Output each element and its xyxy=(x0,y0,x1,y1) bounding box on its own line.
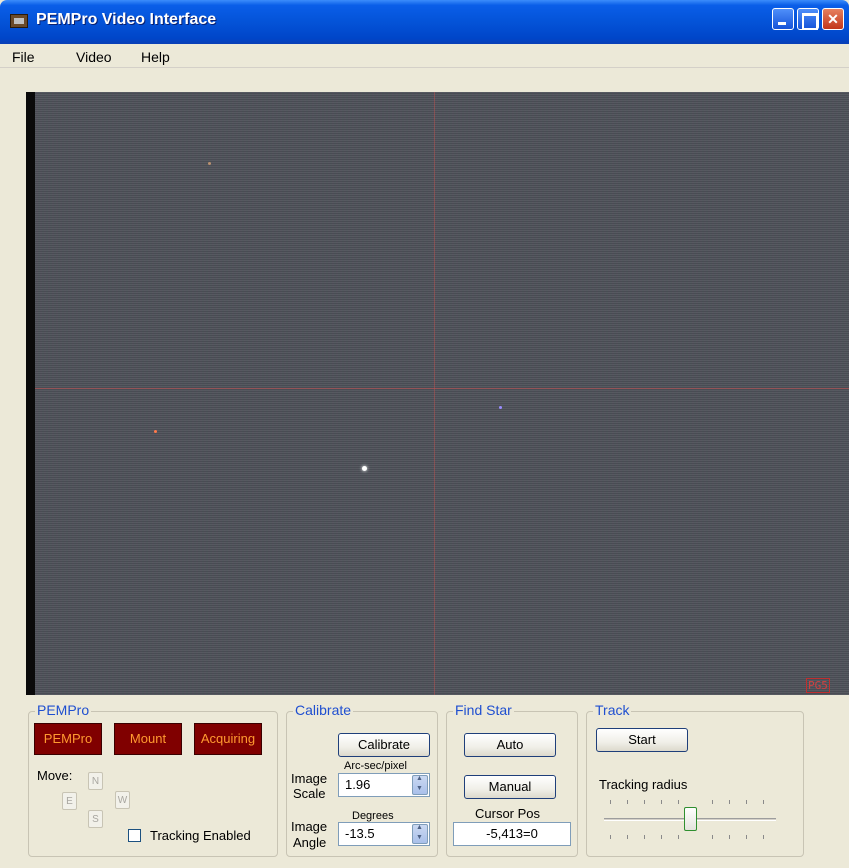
track-group-title: Track xyxy=(593,702,632,718)
tracking-radius-label: Tracking radius xyxy=(599,777,688,792)
app-icon xyxy=(10,14,28,28)
mount-status-button[interactable]: Mount xyxy=(114,723,182,755)
slider-tick xyxy=(729,835,730,839)
move-east-button[interactable]: E xyxy=(62,792,77,810)
find-star-group-title: Find Star xyxy=(453,702,514,718)
manual-find-button[interactable]: Manual xyxy=(464,775,556,799)
star-faint xyxy=(208,162,211,165)
slider-tick xyxy=(644,800,645,804)
slider-tick xyxy=(763,835,764,839)
image-scale-spinner[interactable]: 1.96 xyxy=(338,773,430,797)
pempro-group-title: PEMPro xyxy=(35,702,92,718)
slider-thumb[interactable] xyxy=(684,807,697,831)
move-north-button[interactable]: N xyxy=(88,772,103,790)
slider-tick xyxy=(661,835,662,839)
star-blue xyxy=(499,406,502,409)
pempro-status-button[interactable]: PEMPro xyxy=(34,723,102,755)
calibrate-button[interactable]: Calibrate xyxy=(338,733,430,757)
image-angle-value: -13.5 xyxy=(345,826,375,841)
slider-tick xyxy=(746,800,747,804)
menu-file[interactable]: File xyxy=(12,49,35,65)
guide-star xyxy=(362,466,367,471)
auto-find-button[interactable]: Auto xyxy=(464,733,556,757)
menu-bar: File Video Help xyxy=(0,44,849,68)
slider-tick xyxy=(627,800,628,804)
image-angle-spin-arrows-icon[interactable] xyxy=(412,824,428,844)
move-south-button[interactable]: S xyxy=(88,810,103,828)
menu-video[interactable]: Video xyxy=(76,49,112,65)
image-angle-spinner[interactable]: -13.5 xyxy=(338,822,430,846)
image-angle-label-line1: Image xyxy=(291,819,328,834)
slider-tick xyxy=(678,835,679,839)
crosshair-horizontal xyxy=(35,388,849,389)
video-corner-mark: PG5 xyxy=(806,678,830,693)
move-west-button[interactable]: W xyxy=(115,791,130,809)
image-scale-value: 1.96 xyxy=(345,777,371,792)
crosshair-vertical xyxy=(434,92,435,695)
maximize-button[interactable] xyxy=(797,8,819,30)
video-display[interactable]: PG5 xyxy=(26,92,849,695)
close-button[interactable]: ✕ xyxy=(822,8,844,30)
slider-tick xyxy=(610,800,611,804)
slider-tick xyxy=(661,800,662,804)
slider-tick xyxy=(746,835,747,839)
slider-tick xyxy=(729,800,730,804)
cursor-pos-label: Cursor Pos xyxy=(475,806,541,821)
slider-tick xyxy=(763,800,764,804)
window-title: PEMPro Video Interface xyxy=(36,11,217,28)
slider-tick xyxy=(712,835,713,839)
slider-tick xyxy=(610,835,611,839)
tracking-enabled-label: Tracking Enabled xyxy=(150,828,251,843)
star-red xyxy=(154,430,157,433)
move-label: Move: xyxy=(37,768,73,783)
menu-help[interactable]: Help xyxy=(141,49,170,65)
slider-tick xyxy=(712,800,713,804)
tracking-enabled-checkbox[interactable] xyxy=(128,829,141,842)
cursor-pos-field[interactable]: -5,413=0 xyxy=(453,822,571,846)
image-scale-spin-arrows-icon[interactable] xyxy=(412,775,428,795)
slider-tick xyxy=(644,835,645,839)
title-bar[interactable]: PEMPro Video Interface ✕ xyxy=(0,0,849,44)
image-scale-label-line2: Scale xyxy=(293,786,326,801)
acquiring-status-button[interactable]: Acquiring xyxy=(194,723,262,755)
image-angle-label-line2: Angle xyxy=(293,835,327,850)
calibrate-group-title: Calibrate xyxy=(293,702,354,718)
start-track-button[interactable]: Start xyxy=(596,728,688,752)
scale-unit-label: Arc-sec/pixel xyxy=(344,760,407,772)
minimize-button[interactable] xyxy=(772,8,794,30)
video-black-edge xyxy=(26,92,35,695)
slider-tick xyxy=(627,835,628,839)
slider-tick xyxy=(678,800,679,804)
angle-unit-label: Degrees xyxy=(352,810,394,822)
image-scale-label-line1: Image xyxy=(291,771,328,786)
